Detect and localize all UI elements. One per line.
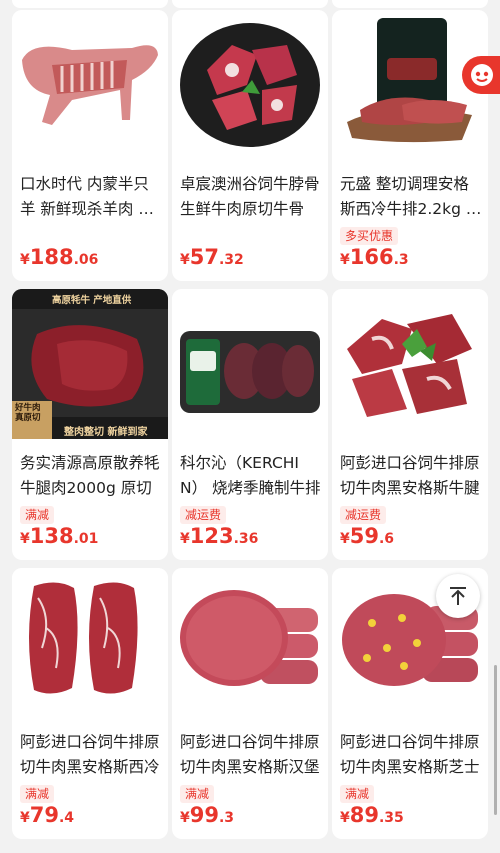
product-card[interactable]: 阿彭进口谷饲牛排原切牛肉黑安格斯牛腱 减运费 ¥59.6 [332, 289, 488, 560]
product-price: ¥138.01 [20, 524, 99, 548]
product-card[interactable]: 卓宸澳洲谷饲牛脖骨生鲜牛肉原切牛骨 ¥57.32 [172, 10, 328, 281]
product-title[interactable]: 卓宸澳洲谷饲牛脖骨生鲜牛肉原切牛骨 [180, 172, 322, 222]
product-price: ¥166.3 [340, 245, 409, 269]
image-badge: 好牛肉 真原切 [15, 403, 41, 423]
product-price: ¥188.06 [20, 245, 99, 269]
grid-row: 口水时代 内蒙半只羊 新鲜现杀羊肉 羔羊 ¥188.06 卓宸澳洲谷饲牛脖骨生鲜… [12, 10, 488, 281]
beef-shank-chunks-icon[interactable] [332, 289, 488, 439]
promo-tag: 满减 [20, 785, 55, 803]
marinated-steak-tray-icon[interactable] [172, 289, 328, 439]
product-title[interactable]: 元盛 整切调理安格斯西冷牛排2.2kg 10片 [340, 172, 482, 222]
raw-steaks-icon[interactable] [12, 568, 168, 718]
product-card[interactable]: 口水时代 内蒙半只羊 新鲜现杀羊肉 羔羊 ¥188.06 [12, 10, 168, 281]
arrow-up-icon [450, 587, 466, 605]
product-card[interactable]: 阿彭进口谷饲牛排原切牛肉黑安格斯汉堡 满减 ¥99.3 [172, 568, 328, 839]
image-footer: 整肉整切 新鲜到家 [64, 427, 148, 438]
back-to-top-button[interactable] [436, 574, 480, 618]
product-title[interactable]: 口水时代 内蒙半只羊 新鲜现杀羊肉 羔羊 [20, 172, 162, 222]
promo-tag: 满减 [20, 506, 55, 524]
promo-tag: 满减 [340, 785, 375, 803]
grid-row: 阿彭进口谷饲牛排原切牛肉黑安格斯西冷 满减 ¥79.4 阿彭进口谷饲牛排原切牛肉… [12, 568, 488, 839]
product-price: ¥123.36 [180, 524, 259, 548]
product-card[interactable]: 科尔沁（KERCHIN） 烧烤季腌制牛排 减运费 ¥123.36 [172, 289, 328, 560]
burger-patties-icon[interactable] [172, 568, 328, 718]
product-price: ¥57.32 [180, 245, 244, 269]
product-title[interactable]: 务实清源高原散养牦牛腿肉2000g 原切 [20, 451, 162, 501]
product-title[interactable]: 阿彭进口谷饲牛排原切牛肉黑安格斯芝士 [340, 730, 482, 780]
product-title[interactable]: 阿彭进口谷饲牛排原切牛肉黑安格斯汉堡 [180, 730, 322, 780]
product-card[interactable]: 阿彭进口谷饲牛排原切牛肉黑安格斯西冷 满减 ¥79.4 [12, 568, 168, 839]
product-price: ¥99.3 [180, 803, 235, 827]
product-card[interactable]: 元盛 整切调理安格斯西冷牛排2.2kg 10片 多买优惠 ¥166.3 [332, 10, 488, 281]
product-card[interactable]: 高原牦牛 产地直供 好牛肉 真原切 整肉整切 新鲜到家 务实清源高原散养牦牛腿肉… [12, 289, 168, 560]
promo-tag: 满减 [180, 785, 215, 803]
promo-tag: 多买优惠 [340, 227, 399, 245]
product-price: ¥89.35 [340, 803, 404, 827]
image-banner: 高原牦牛 产地直供 [52, 295, 132, 306]
lamb-carcass-icon[interactable] [12, 10, 168, 160]
yak-leg-meat-icon[interactable]: 高原牦牛 产地直供 好牛肉 真原切 整肉整切 新鲜到家 [12, 289, 168, 439]
product-title[interactable]: 阿彭进口谷饲牛排原切牛肉黑安格斯牛腱 [340, 451, 482, 501]
product-title[interactable]: 科尔沁（KERCHIN） 烧烤季腌制牛排 [180, 451, 322, 501]
product-price: ¥79.4 [20, 803, 75, 827]
promo-tag: 减运费 [180, 506, 227, 524]
beef-neck-bones-icon[interactable] [172, 10, 328, 160]
jd-mascot-icon[interactable] [462, 56, 500, 94]
product-title[interactable]: 阿彭进口谷饲牛排原切牛肉黑安格斯西冷 [20, 730, 162, 780]
product-price: ¥59.6 [340, 524, 395, 548]
scrollbar[interactable] [494, 665, 497, 815]
previous-row-edge [0, 0, 500, 10]
promo-tag: 减运费 [340, 506, 387, 524]
grid-row: 高原牦牛 产地直供 好牛肉 真原切 整肉整切 新鲜到家 务实清源高原散养牦牛腿肉… [12, 289, 488, 560]
